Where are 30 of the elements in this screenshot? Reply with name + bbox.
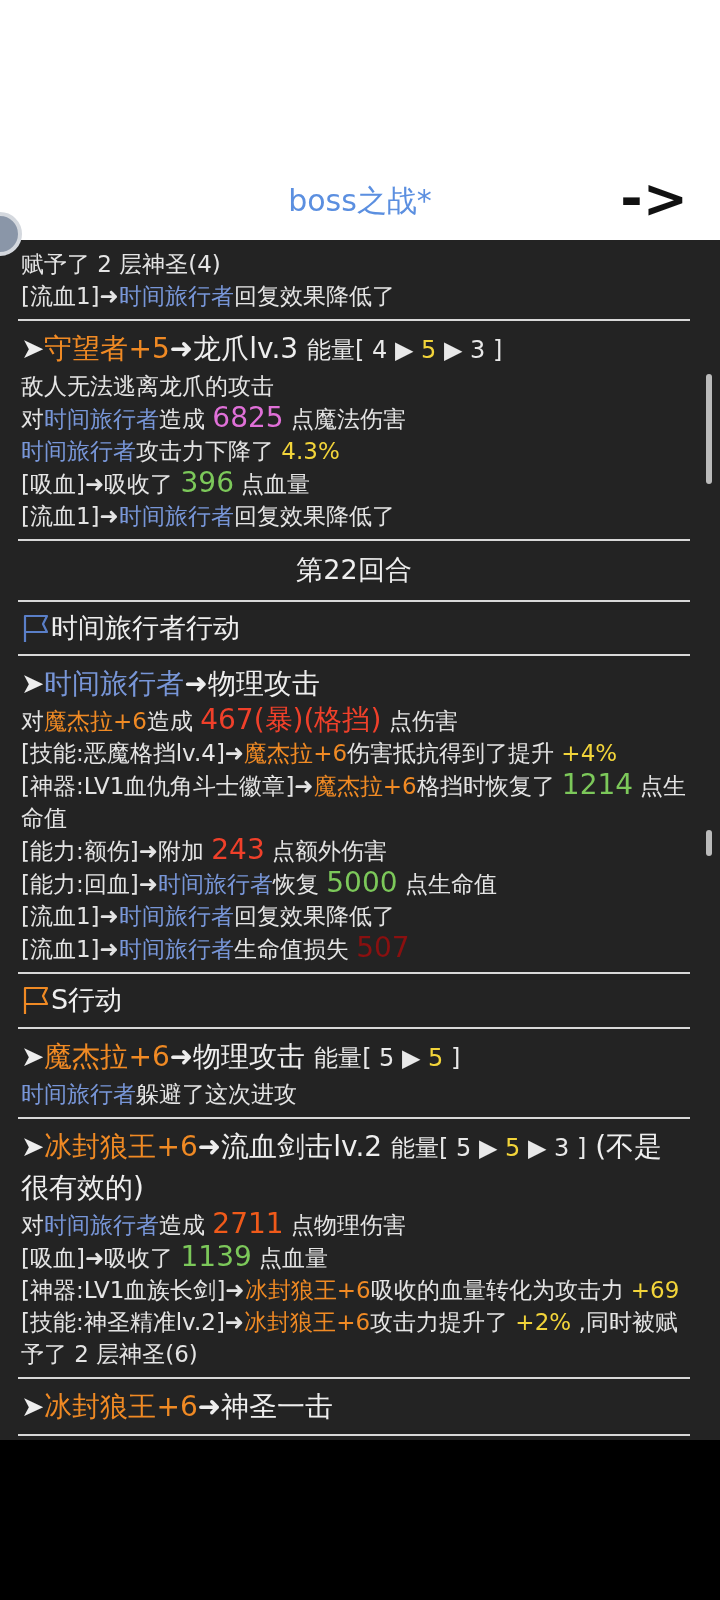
action-headline: ➤冰封狼王+6➜神圣一击 bbox=[21, 1388, 335, 1425]
log-line: 对魔杰拉+6造成 467(暴)(格挡) 点伤害 bbox=[21, 704, 459, 737]
log-line: [技能:恶魔格挡lv.4]➜魔杰拉+6伤害抵抗得到了提升 +4% bbox=[21, 739, 619, 768]
turn-title: 时间旅行者行动 bbox=[51, 610, 240, 645]
log-line: 时间旅行者躲避了这次进攻 bbox=[21, 1079, 298, 1109]
log-line: 赋予了 2 层神圣(4) bbox=[21, 250, 222, 279]
log-line: [吸血]➜吸收了 396 点血量 bbox=[21, 467, 312, 500]
action-headline: ➤冰封狼王+6➜流血剑击lv.2 能量[ 5 ▶ 5 ▶ 3 ] (不是很有效的) bbox=[21, 1128, 664, 1206]
log-line: [流血1]➜时间旅行者回复效果降低了 bbox=[21, 282, 396, 311]
action-headline: ➤魔杰拉+6➜物理攻击 能量[ 5 ▶ 5 ] bbox=[21, 1038, 462, 1075]
log-line: [流血1]➜时间旅行者回复效果降低了 bbox=[21, 902, 396, 931]
action-headline: ➤时间旅行者➜物理攻击 bbox=[21, 666, 321, 702]
log-line: 对时间旅行者造成 2711 点物理伤害 bbox=[21, 1207, 407, 1241]
next-button[interactable]: -> bbox=[616, 166, 692, 232]
log-line: [流血1]➜时间旅行者回复效果降低了 bbox=[21, 502, 396, 531]
scrollbar bbox=[706, 830, 712, 856]
log-line: [神器:LV1血仇角斗士徽章]➜魔杰拉+6格挡时恢复了 1214 点生命值 bbox=[21, 769, 688, 833]
log-line: 时间旅行者攻击力下降了 4.3% bbox=[21, 437, 341, 466]
log-line: 敌人无法逃离龙爪的攻击 bbox=[21, 372, 275, 401]
page-title: boss之战* bbox=[288, 181, 432, 220]
log-line: [流血1]➜时间旅行者生命值损失 507 bbox=[21, 932, 411, 965]
turn-title: S行动 bbox=[51, 983, 123, 1017]
round-title: 第22回合 bbox=[18, 541, 690, 602]
log-line: [能力:额伤]➜附加 243 点额外伤害 bbox=[21, 834, 389, 867]
log-line: [技能:神圣精准lv.2]➜冰封狼王+6攻击力提升了 +2% ,同时被赋予了 2 层神圣(6) bbox=[21, 1307, 679, 1369]
action-headline: ➤守望者+5➜龙爪lv.3 能量[ 4 ▶ 5 ▶ 3 ] bbox=[21, 331, 504, 367]
log-line: [神器:LV1血族长剑]➜冰封狼王+6吸收的血量转化为攻击力 +69 bbox=[21, 1275, 681, 1305]
log-line: [吸血]➜吸收了 1139 点血量 bbox=[21, 1240, 330, 1274]
log-line: [能力:回血]➜时间旅行者恢复 5000 点生命值 bbox=[21, 867, 498, 900]
log-line: 对时间旅行者造成 6825 点魔法伤害 bbox=[21, 402, 407, 435]
